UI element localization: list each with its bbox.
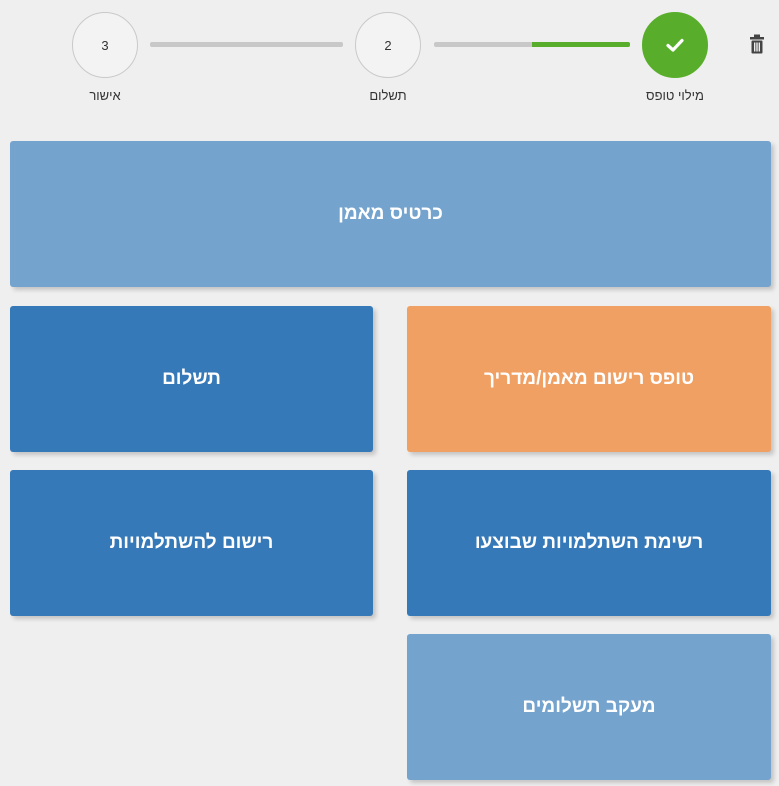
course-registration-tile[interactable]: רישום להשתלמויות [10,470,373,616]
step-3-circle[interactable]: 3 [72,12,138,78]
step-connector-1-fill [532,42,630,47]
course-registration-label: רישום להשתלמויות [109,532,274,553]
step-1-circle[interactable] [642,12,708,78]
completed-courses-label: רשימת השתלמויות שבוצעו [474,532,704,553]
step-connector-1 [434,42,630,47]
trainer-card-tile[interactable]: כרטיס מאמן [10,141,771,287]
completed-courses-tile[interactable]: רשימת השתלמויות שבוצעו [407,470,771,616]
step-2-number: 2 [384,37,392,53]
step-3-label: אישור [89,88,121,103]
payment-tracking-tile[interactable]: מעקב תשלומים [407,634,771,780]
step-1-label: מילוי טופס [646,88,704,103]
check-icon [666,38,684,52]
step-3-number: 3 [101,37,109,53]
trainer-card-label: כרטיס מאמן [338,203,443,224]
step-2-circle[interactable]: 2 [355,12,421,78]
trash-icon[interactable] [749,34,765,54]
payment-label: תשלום [162,368,221,389]
registration-form-label: טופס רישום מאמן/מדריך [483,368,695,389]
payment-tile[interactable]: תשלום [10,306,373,452]
payment-tracking-label: מעקב תשלומים [522,696,656,717]
registration-form-tile[interactable]: טופס רישום מאמן/מדריך [407,306,771,452]
step-connector-2 [150,42,343,47]
progress-stepper: מילוי טופס 2 תשלום 3 אישור [0,0,779,120]
step-2-label: תשלום [369,88,407,103]
